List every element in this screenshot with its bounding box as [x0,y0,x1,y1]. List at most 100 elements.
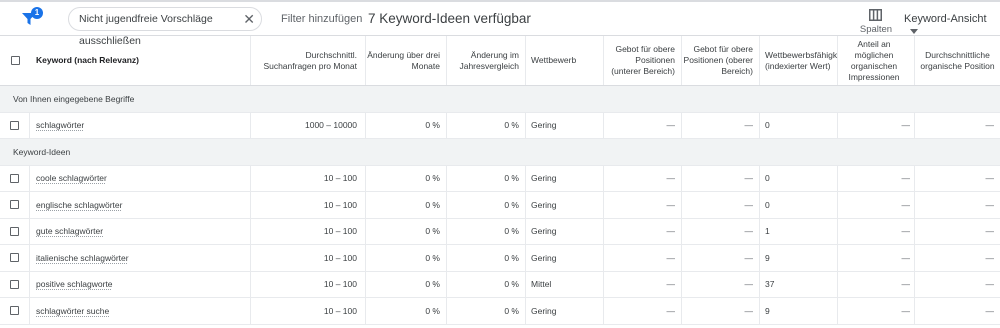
keyword-text[interactable]: gute schlagwörter [36,226,103,236]
bid-low-cell: — [604,165,682,191]
select-all-checkbox[interactable] [10,56,20,65]
group-label: Von Ihnen eingegebene Begriffe [13,94,135,104]
three-month-change-cell: 0 % [366,271,447,297]
header-competition-index[interactable]: Wettbewerbsfähigk (indexierter Wert) [760,36,838,85]
three-month-change-cell: 0 % [366,298,447,324]
row-checkbox-cell [0,298,30,324]
adult-filter-chip[interactable]: Nicht jugendfreie Vorschläge ausschließe… [68,7,262,47]
organic-impressions-cell: — [838,298,915,324]
table-row[interactable]: schlagwörter 1000 – 10000 0 % 0 % Gering — —0—… [0,112,1000,139]
organic-position-cell: — [985,279,995,290]
bid-low-cell: — [604,245,682,271]
header-checkbox-cell [0,36,30,85]
columns-button[interactable]: Spalten [855,6,897,36]
keyword-cell: gute schlagwörter [30,218,251,244]
bid-low-cell: — [604,271,682,297]
keyword-cell: italienische schlagwörter [30,245,251,271]
columns-icon [869,9,882,21]
row-checkbox-cell [0,112,30,138]
keyword-text[interactable]: italienische schlagwörter [36,253,129,263]
header-organic-impressions[interactable]: Anteil an möglichen organischen Impressi… [838,36,915,85]
row-checkbox-cell [0,192,30,218]
bid-high-cell: — [682,165,760,191]
header-bid-high[interactable]: Gebot für obere Positionen (oberer Berei… [682,36,760,85]
keyword-cell: positive schlagworte [30,271,251,297]
avg-searches-cell: 10 – 100 [251,165,366,191]
organic-impressions-cell: — [838,112,915,138]
keyword-cell: schlagwörter suche [30,298,251,324]
bid-low-cell: — [604,112,682,138]
table-row[interactable]: italienische schlagwörter 10 – 100 0 % 0 % G… [0,245,1000,272]
competition-index-cell: 0 [760,165,838,191]
row-checkbox[interactable] [10,253,19,263]
avg-searches-cell: 10 – 100 [251,271,366,297]
bid-high-cell: — [682,245,760,271]
keyword-cell: coole schlagwörter [30,165,251,191]
header-yoy-change[interactable]: Änderung im Jahresvergleich [447,36,526,85]
row-checkbox[interactable] [10,279,19,289]
organic-position-cell: — [985,199,995,210]
avg-searches-cell: 10 – 100 [251,192,366,218]
competition-cell: Gering [526,165,604,191]
avg-searches-cell: 1000 – 10000 [251,112,366,138]
row-checkbox[interactable] [10,200,19,210]
filter-button[interactable]: 1 [20,7,43,29]
add-filter-button[interactable]: Filter hinzufügen [281,13,362,25]
yoy-change-cell: 0 % [447,165,526,191]
row-checkbox[interactable] [10,226,19,236]
competition-index-cell: 1 [760,218,838,244]
header-keyword[interactable]: Keyword (nach Relevanz) [30,36,251,85]
toolbar: 1 Nicht jugendfreie Vorschläge ausschlie… [0,2,1000,47]
competition-index-cell: 37 [760,271,838,297]
yoy-change-cell: 0 % [447,218,526,244]
row-checkbox-cell [0,245,30,271]
competition-cell: Gering [526,298,604,324]
competition-index-cell: 0 [760,192,838,218]
bid-low-cell: — [604,298,682,324]
keyword-table: Keyword (nach Relevanz) Durchschnittl. S… [0,35,1000,325]
avg-searches-cell: 10 – 100 [251,245,366,271]
close-icon[interactable]: ✕ [243,8,255,30]
header-organic-position[interactable]: Durchschnittliche organische Position [915,36,1000,85]
bid-high-cell: — [682,218,760,244]
three-month-change-cell: 0 % [366,245,447,271]
view-label: Keyword-Ansicht [904,13,987,25]
table-row[interactable]: gute schlagwörter 10 – 100 0 % 0 % Gering — —1… [0,218,1000,245]
keyword-cell: schlagwörter [30,112,251,138]
header-three-month-change[interactable]: Änderung über drei Monate [366,36,447,85]
organic-impressions-cell: — [838,271,915,297]
header-competition[interactable]: Wettbewerb [526,36,604,85]
competition-index-cell: 9 [760,245,838,271]
table-row[interactable]: coole schlagwörter 10 – 100 0 % 0 % Gering — —… [0,165,1000,192]
keyword-text[interactable]: coole schlagwörter [36,173,107,183]
group-header: Keyword-Ideen [0,139,1000,166]
row-checkbox-cell [0,218,30,244]
organic-impressions-cell: — [838,218,915,244]
view-dropdown[interactable]: Keyword-Ansicht [904,13,1000,37]
row-checkbox[interactable] [10,173,19,183]
row-checkbox-cell [0,271,30,297]
three-month-change-cell: 0 % [366,192,447,218]
header-bid-low[interactable]: Gebot für obere Positionen (unterer Bere… [604,36,682,85]
table-row[interactable]: schlagwörter suche 10 – 100 0 % 0 % Gering — —… [0,298,1000,325]
dropdown-caret-icon [910,28,918,34]
table-header: Keyword (nach Relevanz) Durchschnittl. S… [0,35,1000,86]
organic-impressions-cell: — [838,165,915,191]
row-checkbox[interactable] [10,120,19,130]
organic-position-cell: — [985,226,995,237]
header-avg-searches[interactable]: Durchschnittl. Suchanfragen pro Monat [251,36,366,85]
row-checkbox[interactable] [10,306,19,316]
filter-count-badge: 1 [31,7,43,19]
keyword-text[interactable]: englische schlagwörter [36,200,122,210]
organic-position-cell: — [985,120,995,131]
three-month-change-cell: 0 % [366,112,447,138]
keyword-text[interactable]: schlagwörter suche [36,306,109,316]
keyword-text[interactable]: positive schlagworte [36,279,113,289]
competition-cell: Mittel [526,271,604,297]
bid-low-cell: — [604,192,682,218]
keyword-text[interactable]: schlagwörter [36,120,84,130]
table-row[interactable]: positive schlagworte 10 – 100 0 % 0 % Mittel… [0,271,1000,298]
keyword-cell: englische schlagwörter [30,192,251,218]
three-month-change-cell: 0 % [366,165,447,191]
table-row[interactable]: englische schlagwörter 10 – 100 0 % 0 % Geri… [0,192,1000,219]
